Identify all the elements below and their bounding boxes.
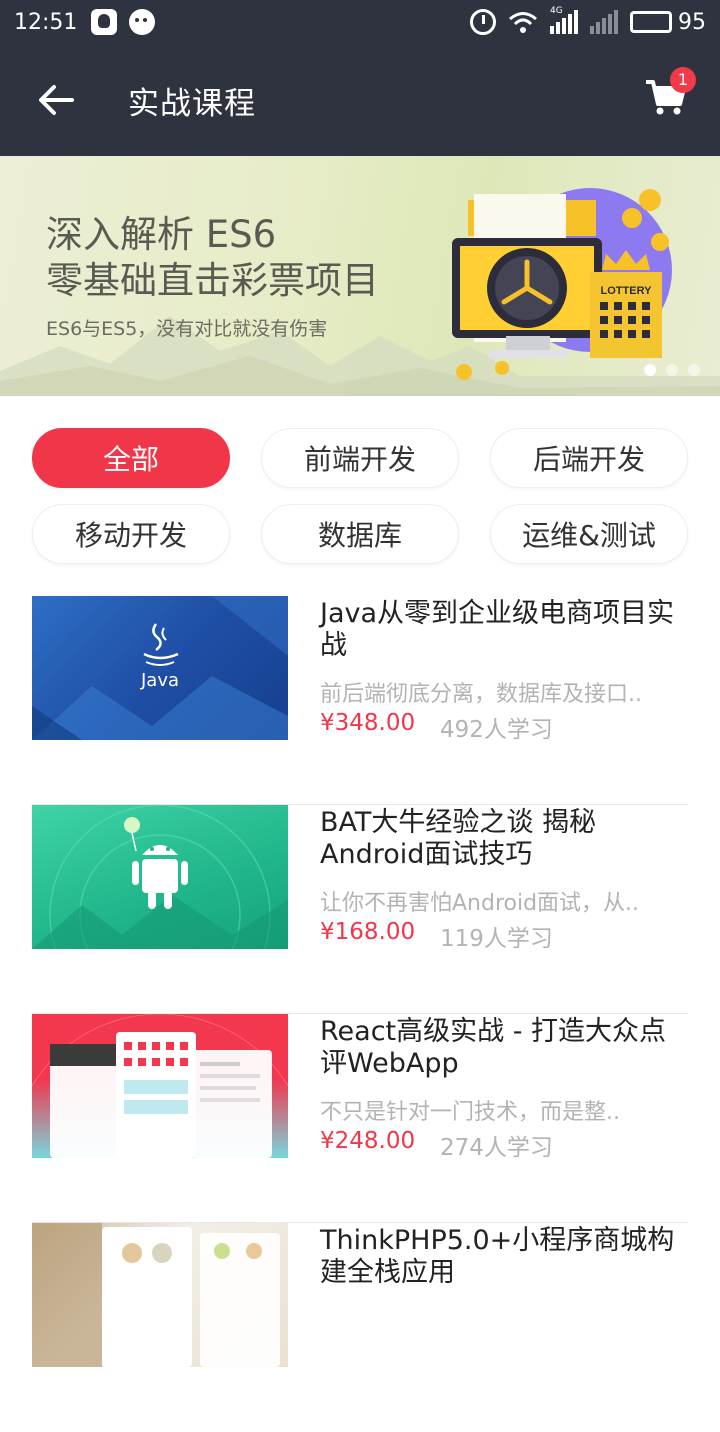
lottery-illustration: LOTTERY (452, 188, 672, 380)
wechat-notification-icon (129, 9, 156, 35)
back-arrow-icon[interactable] (36, 80, 76, 120)
battery-icon (630, 11, 672, 33)
status-indicators: 4G 95 (470, 6, 706, 35)
course-price: ¥248.00 (320, 1128, 416, 1154)
banner-subtitle: ES6与ES5，没有对比就没有伤害 (46, 318, 328, 340)
qq-notification-icon (91, 9, 118, 35)
course-title: React高级实战 - 打造大众点评WebApp (320, 1016, 667, 1079)
course-description: 让你不再害怕Android面试，从.. (320, 891, 640, 916)
course-item[interactable]: BAT大牛经验之谈 揭秘Android面试技巧 让你不再害怕Android面试，… (32, 805, 688, 1014)
banner-pagination-dots (644, 364, 700, 376)
promo-banner[interactable]: 深入解析 ES6 零基础直击彩票项目 ES6与ES5，没有对比就没有伤害 LOT… (0, 156, 720, 396)
course-thumbnail (32, 1014, 288, 1158)
banner-dot (666, 364, 678, 376)
cellular-signal-icon: 4G (550, 6, 578, 34)
battery-indicator: 95 (630, 10, 706, 35)
lottery-ticket-label: LOTTERY (601, 285, 653, 297)
status-time: 12:51 (14, 9, 78, 35)
category-chip-backend[interactable]: 后端开发 (490, 428, 688, 488)
course-title: BAT大牛经验之谈 揭秘Android面试技巧 (320, 807, 596, 870)
course-item[interactable]: React高级实战 - 打造大众点评WebApp 不只是针对一门技术，而是整..… (32, 1014, 688, 1223)
secondary-signal-icon (590, 10, 618, 34)
wifi-icon (508, 10, 538, 34)
course-list: Java Java从零到企业级电商项目实战 前后端彻底分离，数据库及接口.. ¥… (32, 596, 688, 1432)
course-thumbnail: Java (32, 596, 288, 740)
course-learner-count: 274人学习 (440, 1135, 553, 1161)
app-bar: 实战课程 1 (0, 44, 720, 156)
course-thumbnail (32, 1223, 288, 1367)
course-learner-count: 492人学习 (440, 717, 553, 743)
course-learner-count: 119人学习 (440, 926, 553, 952)
notification-icons (91, 9, 156, 35)
battery-percent: 95 (678, 9, 706, 35)
banner-dot (688, 364, 700, 376)
category-chip-frontend[interactable]: 前端开发 (261, 428, 459, 488)
course-description: 不只是针对一门技术，而是整.. (320, 1100, 620, 1125)
status-bar: 12:51 4G 95 (0, 0, 720, 44)
cart-count-badge[interactable]: 1 (670, 67, 696, 93)
course-title: Java从零到企业级电商项目实战 (320, 598, 675, 661)
course-title: ThinkPHP5.0+小程序商城构建全栈应用 (320, 1225, 675, 1288)
alarm-clock-icon (470, 9, 496, 35)
banner-title-line2: 零基础直击彩票项目 (46, 259, 379, 302)
course-item[interactable]: ThinkPHP5.0+小程序商城构建全栈应用 (32, 1223, 688, 1432)
course-thumbnail (32, 805, 288, 949)
page-title: 实战课程 (128, 86, 256, 122)
category-chip-all[interactable]: 全部 (32, 428, 230, 488)
category-chip-mobile[interactable]: 移动开发 (32, 504, 230, 564)
network-type-label: 4G (550, 6, 563, 16)
course-item[interactable]: Java Java从零到企业级电商项目实战 前后端彻底分离，数据库及接口.. ¥… (32, 596, 688, 805)
banner-dot-active (644, 364, 656, 376)
course-price: ¥168.00 (320, 919, 416, 945)
category-filter: 全部 前端开发 后端开发 移动开发 数据库 运维&测试 (32, 428, 688, 564)
java-logo-text: Java (140, 670, 179, 691)
banner-title-line1: 深入解析 ES6 (46, 213, 277, 256)
category-chip-database[interactable]: 数据库 (261, 504, 459, 564)
course-price: ¥348.00 (320, 710, 416, 736)
course-description: 前后端彻底分离，数据库及接口.. (320, 682, 642, 707)
category-chip-ops-testing[interactable]: 运维&测试 (490, 504, 688, 564)
